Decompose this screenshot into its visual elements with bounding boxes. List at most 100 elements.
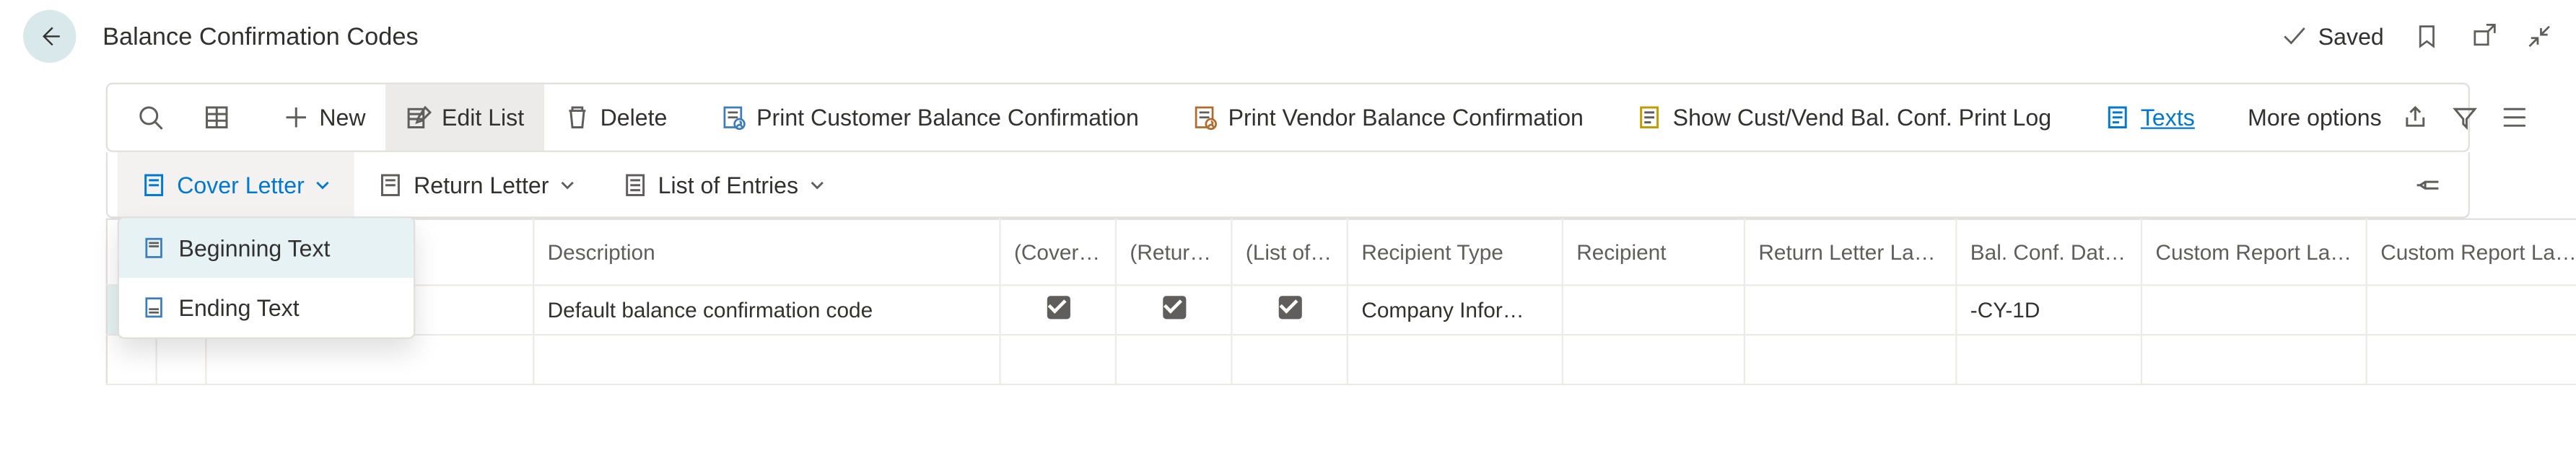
empty-cell[interactable] [1231, 335, 1347, 384]
row-options[interactable] [157, 335, 206, 384]
search-icon [137, 104, 164, 131]
edit-list-button[interactable]: Edit List [385, 84, 544, 151]
show-log-button[interactable]: Show Cust/Vend Bal. Conf. Print Log [1617, 84, 2071, 151]
delete-label: Delete [601, 104, 668, 131]
new-button[interactable]: New [263, 84, 385, 151]
col-description[interactable]: Description [533, 219, 1000, 286]
print-customer-button[interactable]: Print Customer Balance Confirmation [700, 84, 1158, 151]
empty-cell[interactable] [1745, 335, 1956, 384]
cell-return-flag[interactable] [1116, 285, 1231, 335]
data-grid: Description (Cover Letter) (Return Lette… [106, 219, 2576, 385]
empty-cell[interactable] [2141, 335, 2367, 384]
empty-cell[interactable] [1563, 335, 1745, 384]
cell-date-formula[interactable]: -CY-1D [1956, 285, 2141, 335]
command-bar: New Edit List Delete Print Customer Bala… [106, 83, 2470, 152]
print-customer-icon [720, 104, 747, 131]
toolbar-right [2401, 104, 2541, 131]
trash-icon [564, 104, 590, 131]
print-vendor-button[interactable]: Print Vendor Balance Confirmation [1172, 84, 1604, 151]
chevron-down-icon [315, 176, 331, 193]
back-button[interactable] [23, 10, 76, 63]
bookmark-icon[interactable] [2414, 23, 2440, 50]
dropdown-ending-text[interactable]: Ending Text [119, 278, 414, 338]
detail-pane-icon[interactable] [2501, 104, 2528, 131]
checked-icon [1278, 296, 1301, 319]
collapse-icon[interactable] [2526, 23, 2553, 50]
col-custom-report-1[interactable]: Custom Report Layout [2141, 219, 2367, 286]
col-cover-letter[interactable]: (Cover Letter) [1000, 219, 1116, 286]
print-vendor-icon [1192, 104, 1218, 131]
new-label: New [319, 104, 365, 131]
texts-label: Texts [2141, 104, 2195, 131]
col-list-entries[interactable]: (List of Entries) [1231, 219, 1347, 286]
empty-cell[interactable] [1956, 335, 2141, 384]
delete-button[interactable]: Delete [544, 84, 687, 151]
edit-list-label: Edit List [442, 104, 524, 131]
saved-indicator: Saved [2282, 23, 2383, 50]
empty-cell[interactable] [1116, 335, 1231, 384]
popout-icon[interactable] [2470, 23, 2497, 50]
col-return-lang[interactable]: Return Letter Language Code [1745, 219, 1956, 286]
return-letter-icon [377, 171, 404, 198]
search-button[interactable] [118, 84, 184, 151]
more-options-label: More options [2248, 104, 2382, 131]
texts-icon [2104, 104, 2131, 131]
page-title: Balance Confirmation Codes [102, 22, 419, 50]
col-return-letter[interactable]: (Return Letter) [1116, 219, 1231, 286]
doc-icon [142, 237, 165, 260]
more-options-button[interactable]: More options [2228, 84, 2402, 151]
share-icon[interactable] [2401, 104, 2428, 131]
saved-label: Saved [2318, 23, 2384, 50]
texts-sub-toolbar: Cover Letter Beginning Text Ending Text [106, 152, 2470, 219]
list-of-entries-menu[interactable]: List of Entries [598, 152, 848, 216]
col-date-formula[interactable]: Bal. Conf. Date Formula [1956, 219, 2141, 286]
cover-letter-wrap: Cover Letter Beginning Text Ending Text [118, 152, 354, 216]
header-right: Saved [2282, 23, 2552, 50]
cell-custom-report-2[interactable] [2367, 285, 2576, 335]
filter-icon[interactable] [2451, 104, 2478, 131]
list-entries-icon [621, 171, 648, 198]
grid-header: Description (Cover Letter) (Return Lette… [107, 219, 2576, 286]
check-icon [2282, 23, 2308, 50]
dropdown-ending-label: Ending Text [179, 294, 300, 321]
cell-recipient[interactable] [1563, 285, 1745, 335]
empty-cell[interactable] [533, 335, 1000, 384]
log-icon [1636, 104, 1663, 131]
header-left: Balance Confirmation Codes [23, 10, 419, 63]
table-row-empty[interactable] [107, 335, 2576, 384]
doc-icon [142, 296, 165, 319]
empty-cell[interactable] [206, 335, 533, 384]
dropdown-beginning-label: Beginning Text [179, 234, 331, 261]
col-custom-report-2[interactable]: Custom Report Layout [2367, 219, 2576, 286]
empty-cell[interactable] [2367, 335, 2576, 384]
table-row[interactable]: ⋮ Default balance confirmation code Comp… [107, 285, 2576, 335]
cell-list-flag[interactable] [1231, 285, 1347, 335]
dropdown-beginning-text[interactable]: Beginning Text [119, 219, 414, 278]
empty-cell[interactable] [1348, 335, 1563, 384]
texts-button[interactable]: Texts [2084, 84, 2214, 151]
checked-icon [1047, 296, 1070, 319]
cell-return-lang[interactable] [1745, 285, 1956, 335]
cell-description[interactable]: Default balance confirmation code [533, 285, 1000, 335]
checked-icon [1162, 296, 1185, 319]
list-view-button[interactable] [183, 84, 250, 151]
edit-list-icon [406, 104, 432, 131]
chevron-down-icon [559, 176, 575, 193]
col-recipient-type[interactable]: Recipient Type [1348, 219, 1563, 286]
cover-letter-icon [141, 171, 167, 198]
show-log-label: Show Cust/Vend Bal. Conf. Print Log [1673, 104, 2051, 131]
list-grid-icon [204, 104, 230, 131]
row-selector[interactable] [107, 335, 157, 384]
cell-custom-report-1[interactable] [2141, 285, 2367, 335]
cell-cover-flag[interactable] [1000, 285, 1116, 335]
return-letter-menu[interactable]: Return Letter [354, 152, 599, 216]
print-vendor-label: Print Vendor Balance Confirmation [1228, 104, 1584, 131]
col-recipient[interactable]: Recipient [1563, 219, 1745, 286]
pin-button[interactable] [2398, 171, 2458, 198]
cover-letter-menu[interactable]: Cover Letter [118, 152, 354, 216]
cover-letter-dropdown: Beginning Text Ending Text [118, 216, 416, 339]
cover-letter-label: Cover Letter [177, 171, 305, 198]
empty-cell[interactable] [1000, 335, 1116, 384]
plus-icon [283, 104, 310, 131]
cell-recipient-type[interactable]: Company Infor… [1348, 285, 1563, 335]
